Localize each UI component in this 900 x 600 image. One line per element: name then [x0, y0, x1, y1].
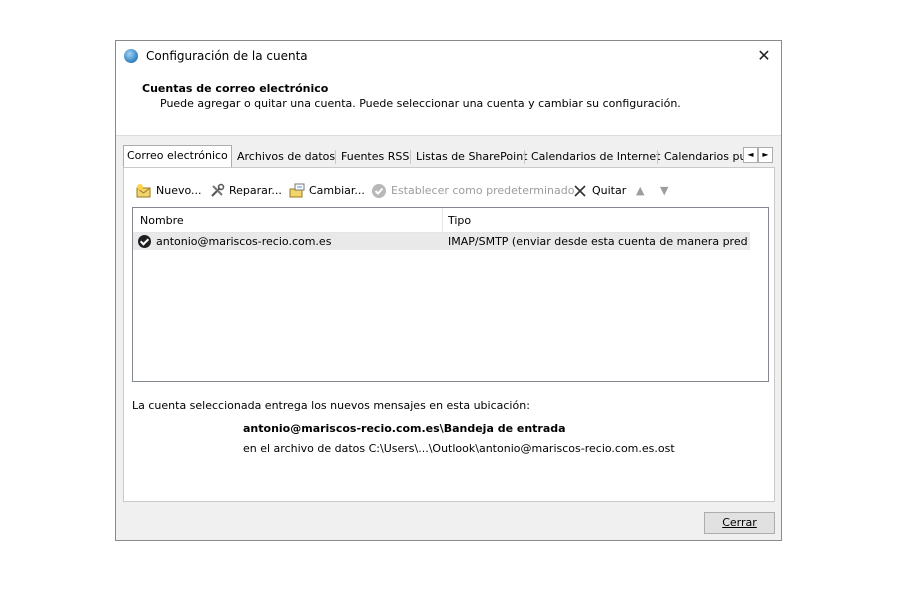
remove-x-icon [572, 183, 588, 199]
new-account-button[interactable]: Nuevo... [136, 182, 202, 200]
tab-sharepoint-lists[interactable]: Listas de SharePoint [416, 147, 528, 167]
set-default-label: Establecer como predeterminado [391, 184, 575, 197]
account-toolbar: Nuevo... Reparar... Cambiar... Establece… [136, 182, 774, 200]
tab-strip: Correo electrónico Archivos de datos Fue… [123, 145, 776, 167]
arrow-down-icon: ▼ [660, 184, 669, 197]
new-email-icon [136, 183, 152, 199]
email-tab-panel: Nuevo... Reparar... Cambiar... Establece… [123, 167, 775, 502]
arrow-up-icon: ▲ [636, 184, 645, 197]
default-account-check-icon [138, 235, 151, 248]
remove-account-label: Quitar [592, 184, 627, 197]
account-type: IMAP/SMTP (enviar desde esta cuenta de m… [448, 235, 748, 248]
tab-scroll-buttons: ◄ ► [743, 147, 773, 163]
move-down-button[interactable]: ▼ [660, 182, 668, 200]
tab-separator [657, 150, 658, 164]
column-header-type[interactable]: Tipo [448, 214, 471, 227]
close-button-label: Cerrar [722, 516, 757, 529]
tab-email[interactable]: Correo electrónico [123, 145, 232, 167]
new-account-label: Nuevo... [156, 184, 202, 197]
dialog-header: Cuentas de correo electrónico Puede agre… [116, 71, 781, 136]
delivery-data-file: en el archivo de datos C:\Users\...\Outl… [243, 442, 675, 455]
account-name: antonio@mariscos-recio.com.es [156, 235, 332, 248]
column-header-name[interactable]: Nombre [140, 214, 184, 227]
change-account-label: Cambiar... [309, 184, 365, 197]
delivery-label: La cuenta seleccionada entrega los nuevo… [132, 399, 530, 412]
title-bar: Configuración de la cuenta ✕ [116, 41, 781, 71]
account-settings-dialog: Configuración de la cuenta ✕ Cuentas de … [115, 40, 782, 541]
close-button[interactable]: Cerrar [704, 512, 775, 534]
tab-scroll-left-button[interactable]: ◄ [743, 147, 758, 163]
remove-account-button[interactable]: Quitar [572, 182, 626, 200]
checkmark-circle-icon [371, 183, 387, 199]
repair-account-label: Reparar... [229, 184, 282, 197]
outlook-globe-icon [124, 49, 138, 63]
header-title: Cuentas de correo electrónico [142, 82, 329, 95]
close-window-button[interactable]: ✕ [753, 45, 775, 67]
move-up-button[interactable]: ▲ [636, 182, 644, 200]
window-title: Configuración de la cuenta [146, 49, 308, 63]
table-row[interactable]: antonio@mariscos-recio.com.es IMAP/SMTP … [133, 233, 750, 250]
accounts-list: Nombre Tipo antonio@mariscos-recio.com.e… [132, 207, 769, 382]
column-divider[interactable] [442, 208, 443, 232]
change-account-button[interactable]: Cambiar... [289, 182, 365, 200]
tab-separator [335, 150, 336, 164]
tab-separator [524, 150, 525, 164]
tab-separator [410, 150, 411, 164]
tab-published-calendars[interactable]: Calendarios pul [664, 147, 744, 167]
tab-scroll-right-button[interactable]: ► [758, 147, 773, 163]
tab-internet-calendars[interactable]: Calendarios de Internet [531, 147, 661, 167]
delivery-location: antonio@mariscos-recio.com.es\Bandeja de… [243, 422, 566, 435]
set-default-button[interactable]: Establecer como predeterminado [371, 182, 574, 200]
change-settings-icon [289, 183, 305, 199]
repair-account-button[interactable]: Reparar... [209, 182, 282, 200]
tab-rss-feeds[interactable]: Fuentes RSS [341, 147, 410, 167]
tools-icon [209, 183, 225, 199]
tab-data-files[interactable]: Archivos de datos [237, 147, 336, 167]
accounts-list-header: Nombre Tipo [133, 208, 750, 233]
header-subtitle: Puede agregar o quitar una cuenta. Puede… [160, 97, 681, 110]
